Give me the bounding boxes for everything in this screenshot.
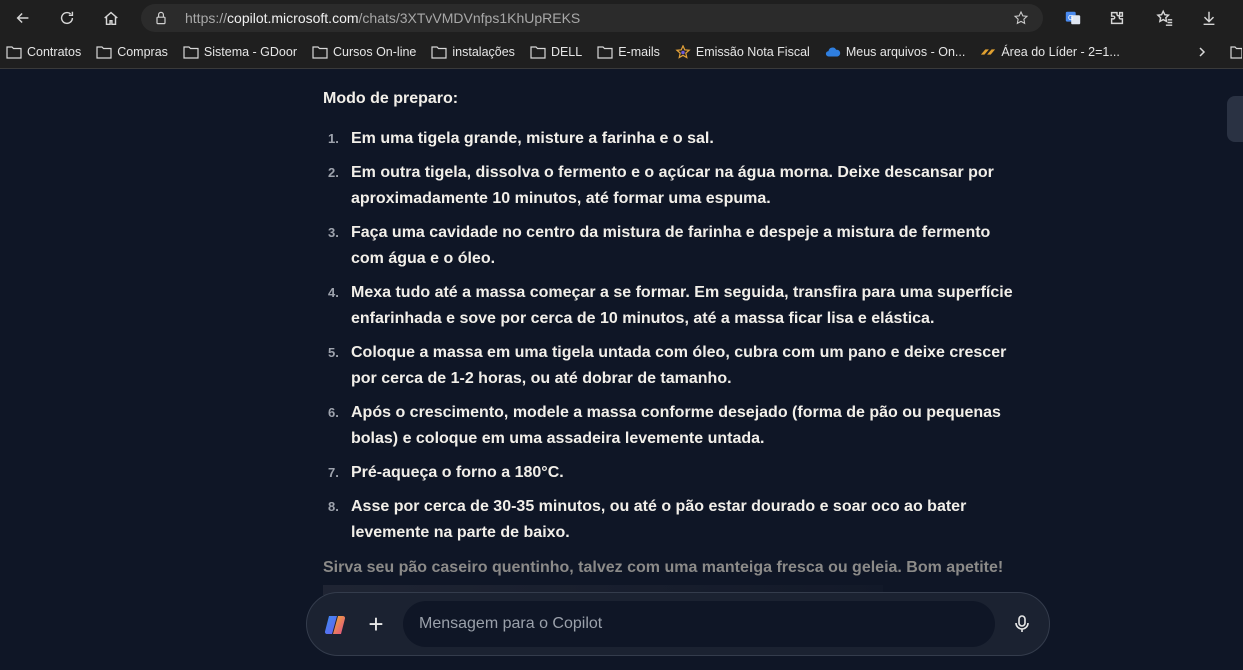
other-favorites-folder-icon[interactable] [1230, 45, 1242, 59]
bookmark-meus-arquivos[interactable]: Meus arquivos - On... [825, 45, 966, 59]
list-item: 1. Em uma tigela grande, misture a farin… [323, 126, 1023, 152]
bookmark-label: Emissão Nota Fiscal [695, 45, 810, 59]
list-item: 2. Em outra tigela, dissolva o fermento … [323, 160, 1023, 212]
brand-icon [981, 49, 996, 55]
translate-icon[interactable]: G [1058, 3, 1088, 33]
message-input[interactable] [403, 601, 995, 647]
extensions-icon[interactable] [1102, 3, 1132, 33]
bookmark-emissao-nota-fiscal[interactable]: Emissão Nota Fiscal [675, 45, 810, 59]
message-composer: + [306, 592, 1050, 656]
folder-icon [530, 46, 546, 59]
step-number: 3. [328, 225, 339, 240]
step-text: Faça uma cavidade no centro da mistura d… [351, 224, 991, 241]
step-number: 8. [328, 499, 339, 514]
star-logo-icon [675, 45, 691, 59]
step-text: Em uma tigela grande, misture a farinha … [351, 130, 714, 147]
bookmark-label: instalações [452, 45, 515, 59]
step-number: 7. [328, 465, 339, 480]
favorites-icon[interactable] [1150, 3, 1180, 33]
folder-icon [597, 46, 613, 59]
side-panel-handle[interactable] [1227, 96, 1243, 142]
step-text: Pré-aqueça o forno a 180°C. [351, 464, 564, 481]
step-number: 5. [328, 345, 339, 360]
step-text: Asse por cerca de 30-35 minutos, ou até … [351, 498, 967, 515]
list-item: 6. Após o crescimento, modele a massa co… [323, 400, 1023, 452]
bookmark-label: Cursos On-line [333, 45, 417, 59]
chat-content: Modo de preparo: 1. Em uma tigela grande… [0, 70, 1243, 670]
step-text: levemente na parte de baixo. [351, 524, 570, 541]
step-text: enfarinhada e sove por cerca de 10 minut… [351, 310, 935, 327]
steps-list: 1. Em uma tigela grande, misture a farin… [323, 126, 1023, 554]
bookmark-contratos[interactable]: Contratos [6, 45, 81, 59]
refresh-icon[interactable] [52, 3, 82, 33]
svg-text:G: G [1068, 13, 1074, 22]
browser-toolbar: https://copilot.microsoft.com/chats/3XTv… [0, 0, 1243, 36]
folder-icon [431, 46, 447, 59]
step-number: 4. [328, 285, 339, 300]
step-text: Após o crescimento, modele a massa confo… [351, 404, 1001, 421]
step-text: com água e o óleo. [351, 250, 496, 267]
folder-icon [183, 46, 199, 59]
closing-message: Sirva seu pão caseiro quentinho, talvez … [323, 559, 1004, 576]
step-text: por cerca de 1-2 horas, ou até dobrar de… [351, 370, 732, 387]
list-item: 8. Asse por cerca de 30-35 minutos, ou a… [323, 494, 1023, 546]
bookmark-label: DELL [550, 45, 583, 59]
favorite-star-icon[interactable] [1013, 10, 1029, 26]
lock-icon[interactable] [153, 10, 169, 26]
chevron-right-icon[interactable] [1196, 46, 1208, 58]
copilot-logo-icon[interactable] [323, 613, 347, 637]
step-text: aproximadamente 10 minutos, até formar u… [351, 190, 771, 207]
list-item: 7. Pré-aqueça o forno a 180°C. [323, 460, 1023, 486]
url-scheme: https:// [185, 10, 228, 26]
downloads-icon[interactable] [1194, 3, 1224, 33]
bookmark-cursos-online[interactable]: Cursos On-line [312, 45, 416, 59]
url-host: copilot.microsoft.com [227, 10, 359, 26]
bookmark-dell[interactable]: DELL [530, 45, 582, 59]
section-heading: Modo de preparo: [323, 90, 459, 107]
bookmark-label: Sistema - GDoor [203, 45, 298, 59]
bookmark-sistema-gdoor[interactable]: Sistema - GDoor [183, 45, 297, 59]
add-attachment-button[interactable]: + [361, 609, 391, 639]
step-text: Coloque a massa em uma tigela untada com… [351, 344, 1007, 361]
step-text: Mexa tudo até a massa começar a se forma… [351, 284, 1013, 301]
step-number: 1. [328, 131, 339, 146]
bookmarks-bar: Contratos Compras Sistema - GDoor Cursos… [0, 36, 1243, 69]
list-item: 3. Faça uma cavidade no centro da mistur… [323, 220, 1023, 272]
bookmark-label: Área do Líder - 2=1... [1001, 45, 1120, 59]
folder-icon [312, 46, 328, 59]
bookmark-area-do-lider[interactable]: Área do Líder - 2=1... [980, 45, 1120, 59]
step-text: bolas) e coloque em uma assadeira leveme… [351, 430, 765, 447]
bookmark-label: E-mails [618, 45, 660, 59]
home-icon[interactable] [96, 3, 126, 33]
address-bar[interactable]: https://copilot.microsoft.com/chats/3XTv… [141, 4, 1043, 32]
step-text: Em outra tigela, dissolva o fermento e o… [351, 164, 994, 181]
onedrive-icon [825, 47, 841, 57]
step-number: 6. [328, 405, 339, 420]
list-item: 4. Mexa tudo até a massa começar a se fo… [323, 280, 1023, 332]
microphone-icon[interactable] [1007, 609, 1037, 639]
folder-icon [96, 46, 112, 59]
bookmark-instalacoes[interactable]: instalações [431, 45, 515, 59]
bookmark-emails[interactable]: E-mails [597, 45, 660, 59]
folder-icon [6, 46, 22, 59]
step-number: 2. [328, 165, 339, 180]
list-item: 5. Coloque a massa em uma tigela untada … [323, 340, 1023, 392]
url-path: /chats/3XTvVMDVnfps1KhUpREKS [358, 10, 581, 26]
bookmark-compras[interactable]: Compras [96, 45, 168, 59]
back-icon[interactable] [8, 3, 38, 33]
bookmark-label: Meus arquivos - On... [845, 45, 966, 59]
bookmark-label: Contratos [27, 45, 82, 59]
bookmark-label: Compras [117, 45, 168, 59]
